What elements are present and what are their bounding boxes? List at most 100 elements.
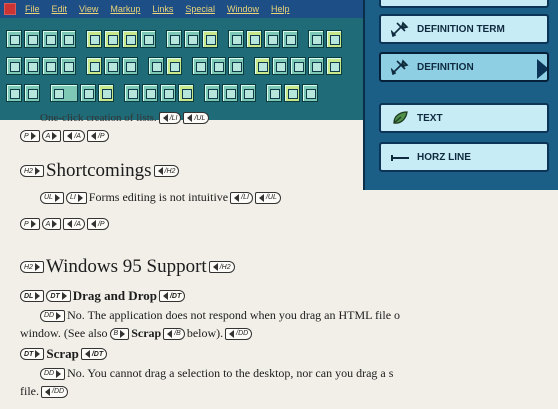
application-window: File Edit View Markup Links Special Wind… bbox=[0, 0, 372, 120]
paste-icon[interactable] bbox=[122, 30, 138, 48]
menu-help[interactable]: Help bbox=[265, 4, 296, 14]
undo-icon[interactable] bbox=[140, 30, 156, 48]
tag-close-a[interactable]: /A bbox=[63, 218, 85, 230]
browser-icon[interactable] bbox=[326, 30, 342, 48]
tag-close-dd[interactable]: /DD bbox=[41, 385, 69, 398]
menu-edit[interactable]: Edit bbox=[46, 4, 74, 14]
cut-icon[interactable] bbox=[86, 30, 102, 48]
menu-file[interactable]: File bbox=[19, 4, 46, 14]
tag-open-dt[interactable]: DT bbox=[20, 348, 45, 360]
replace-icon[interactable] bbox=[184, 30, 200, 48]
rule-icon[interactable] bbox=[308, 57, 324, 75]
tag-open-li[interactable]: LI bbox=[65, 191, 87, 204]
tag-close-dd[interactable]: /DD bbox=[225, 327, 253, 340]
menu-view[interactable]: View bbox=[73, 4, 104, 14]
dt-scrap-title: Scrap bbox=[46, 346, 79, 361]
save-icon[interactable] bbox=[42, 30, 58, 48]
frame-icon[interactable] bbox=[282, 30, 298, 48]
paragraph-icon[interactable] bbox=[24, 57, 40, 75]
address-icon[interactable] bbox=[60, 57, 76, 75]
spell-icon[interactable] bbox=[202, 30, 218, 48]
tag-open-dl[interactable]: DL bbox=[20, 290, 45, 302]
heading-windows-95-support: Windows 95 Support bbox=[45, 256, 207, 277]
tag-open-p[interactable]: P bbox=[20, 130, 40, 142]
tag-meta-icon[interactable] bbox=[302, 84, 318, 102]
palette-label: DEFINITION bbox=[417, 61, 474, 73]
new-icon[interactable] bbox=[6, 30, 22, 48]
ordered-list-icon[interactable] bbox=[166, 57, 182, 75]
tag-open-b[interactable]: B bbox=[109, 327, 130, 340]
tag-em-icon[interactable] bbox=[124, 84, 140, 102]
tag-map-icon[interactable] bbox=[284, 84, 300, 102]
tag-close-li[interactable]: /LI bbox=[230, 191, 253, 204]
bold-icon[interactable] bbox=[86, 57, 102, 75]
tag-close-p[interactable]: /P bbox=[86, 218, 109, 230]
doc-dd-1a: DD No. The application does not respond … bbox=[40, 308, 400, 323]
print-icon[interactable] bbox=[60, 30, 76, 48]
tag-close-h2[interactable]: /H2 bbox=[153, 165, 180, 177]
tag-open-p[interactable]: P bbox=[20, 218, 40, 230]
tag-close-b[interactable]: /B bbox=[163, 327, 185, 340]
heading-icon[interactable] bbox=[6, 57, 22, 75]
tag-close-ul[interactable]: /UL bbox=[183, 112, 210, 124]
tag-open-ul[interactable]: UL bbox=[40, 191, 64, 204]
document-editor[interactable]: One-click creation of lists. /LI /UL P A… bbox=[0, 112, 558, 409]
doc-cut-line: One-click creation of lists. /LI /UL bbox=[40, 112, 210, 124]
underline-icon[interactable] bbox=[122, 57, 138, 75]
doc-shortcomings-item: UL LI Forms editing is not intuitive /LI… bbox=[40, 190, 281, 205]
font-icon[interactable] bbox=[272, 57, 288, 75]
copy-icon[interactable] bbox=[104, 30, 120, 48]
menu-window[interactable]: Window bbox=[221, 4, 265, 14]
tag-close-ul[interactable]: /UL bbox=[254, 191, 281, 204]
center-icon[interactable] bbox=[254, 57, 270, 75]
menu-special[interactable]: Special bbox=[179, 4, 221, 14]
color-icon[interactable] bbox=[290, 57, 306, 75]
tag-open-h2[interactable]: H2 bbox=[20, 165, 44, 177]
toolbar-row-3 bbox=[6, 82, 366, 104]
tag-open-a[interactable]: A bbox=[41, 218, 62, 230]
tag-img-icon[interactable] bbox=[266, 84, 282, 102]
palette-definition-button[interactable]: DEFINITION bbox=[379, 52, 549, 82]
palette-definition-term-button[interactable]: DEFINITION TERM bbox=[379, 14, 549, 44]
tag-close-a[interactable]: /A bbox=[63, 130, 85, 142]
tag-open-dd[interactable]: DD bbox=[40, 309, 66, 322]
system-menu-icon[interactable] bbox=[4, 3, 16, 15]
tag-close-li[interactable]: /LI bbox=[158, 112, 182, 124]
break-icon[interactable] bbox=[42, 57, 58, 75]
image-icon[interactable] bbox=[228, 30, 244, 48]
tag-h1-icon[interactable] bbox=[6, 84, 22, 102]
tag-strong-icon[interactable] bbox=[142, 84, 158, 102]
tag-close-h2[interactable]: /H2 bbox=[208, 261, 235, 273]
comment-icon[interactable] bbox=[326, 57, 342, 75]
tag-cite-icon[interactable] bbox=[160, 84, 176, 102]
tag-open-dt[interactable]: DT bbox=[46, 290, 71, 302]
anchor-icon[interactable] bbox=[192, 57, 208, 75]
list-icon[interactable] bbox=[148, 57, 164, 75]
tag-var-icon[interactable] bbox=[178, 84, 194, 102]
tag-close-dt[interactable]: /DT bbox=[158, 290, 186, 302]
tag-close-p[interactable]: /P bbox=[86, 130, 109, 142]
table-icon[interactable] bbox=[246, 30, 262, 48]
link-icon[interactable] bbox=[210, 57, 226, 75]
menu-markup[interactable]: Markup bbox=[104, 4, 146, 14]
tag-dd-icon[interactable] bbox=[240, 84, 256, 102]
find-icon[interactable] bbox=[166, 30, 182, 48]
tag-code-icon[interactable] bbox=[80, 84, 96, 102]
tag-dl-icon[interactable] bbox=[204, 84, 220, 102]
open-icon[interactable] bbox=[24, 30, 40, 48]
dd2-text-a: No. You cannot drag a selection to the d… bbox=[67, 366, 394, 380]
target-icon[interactable] bbox=[228, 57, 244, 75]
tag-open-h2[interactable]: H2 bbox=[20, 261, 44, 273]
tag-close-dt[interactable]: /DT bbox=[80, 348, 108, 360]
tag-open-dd[interactable]: DD bbox=[40, 367, 66, 380]
tag-h2-icon[interactable] bbox=[24, 84, 40, 102]
dt-drag-and-drop-title: Drag and Drop bbox=[72, 288, 157, 303]
form-icon[interactable] bbox=[264, 30, 280, 48]
preview-icon[interactable] bbox=[308, 30, 324, 48]
menu-links[interactable]: Links bbox=[146, 4, 179, 14]
italic-icon[interactable] bbox=[104, 57, 120, 75]
tag-kbd-icon[interactable] bbox=[98, 84, 114, 102]
tag-open-a[interactable]: A bbox=[41, 130, 62, 142]
tag-dt-icon[interactable] bbox=[222, 84, 238, 102]
tag-pre-icon[interactable] bbox=[50, 84, 78, 102]
